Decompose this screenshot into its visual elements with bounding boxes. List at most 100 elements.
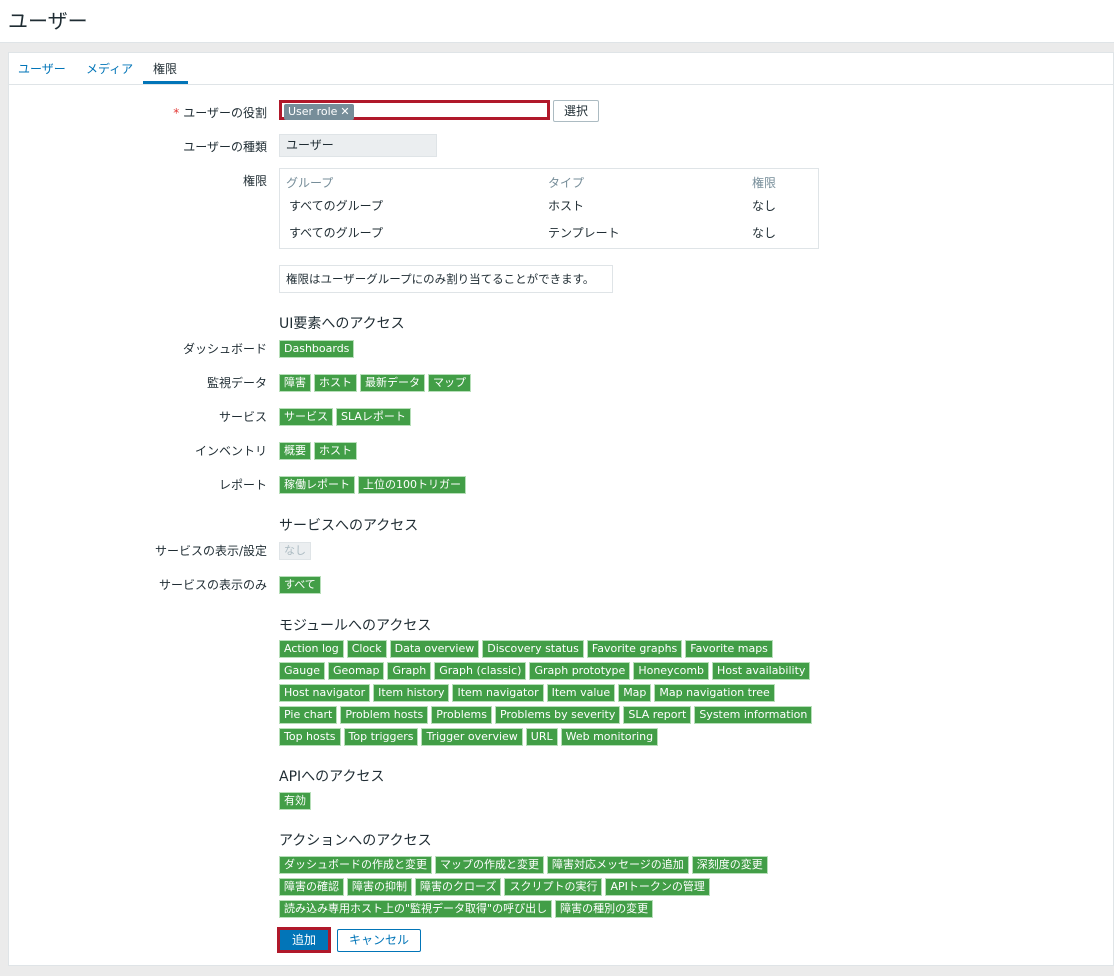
- access-tag: SLA report: [623, 706, 692, 724]
- access-tag: Host navigator: [279, 684, 371, 702]
- access-tag: Trigger overview: [421, 728, 523, 746]
- access-tag: ホスト: [314, 374, 357, 392]
- ui-access-monitoring-tags: 障害 ホスト 最新データ マップ: [279, 374, 471, 392]
- access-tag: Map: [618, 684, 652, 702]
- access-tag: System information: [694, 706, 813, 724]
- access-tag: SLAレポート: [336, 408, 411, 426]
- service-access-row-label: サービスの表示/設定: [154, 544, 267, 558]
- page-title: ユーザー: [8, 9, 88, 33]
- access-tag: Discovery status: [482, 640, 584, 658]
- service-read-write-tags: なし: [279, 542, 311, 560]
- access-tag: Top hosts: [279, 728, 341, 746]
- access-tag: 読み込み専用ホスト上の"監視データ取得"の呼び出し: [279, 900, 553, 918]
- user-role-multiselect[interactable]: User role ✕: [279, 100, 550, 120]
- access-tag: 上位の100トリガー: [358, 476, 466, 494]
- tab-permissions[interactable]: 権限: [153, 60, 177, 77]
- access-tag: Pie chart: [279, 706, 338, 724]
- service-access-row-label: サービスの表示のみ: [158, 578, 267, 592]
- required-marker: *: [173, 106, 180, 120]
- access-tag: マップの作成と変更: [435, 856, 544, 874]
- user-role-label: * ユーザーの役割: [173, 106, 267, 120]
- access-tag: Graph prototype: [529, 662, 631, 680]
- access-tag: Problems by severity: [494, 706, 621, 724]
- user-type-label: ユーザーの種類: [183, 140, 267, 154]
- access-tag: 稼働レポート: [279, 476, 355, 494]
- access-tag: Data overview: [389, 640, 480, 658]
- page-header: ユーザー: [0, 0, 1114, 43]
- access-tag: 概要: [279, 442, 311, 460]
- access-tag: Item history: [373, 684, 450, 702]
- user-role-chip: User role ✕: [284, 104, 354, 120]
- access-tag: 深刻度の変更: [691, 856, 768, 874]
- access-tag: Favorite maps: [685, 640, 773, 658]
- access-tag: 最新データ: [360, 374, 425, 392]
- table-cell: なし: [752, 226, 777, 240]
- permissions-label: 権限: [242, 174, 267, 188]
- ui-access-row-label: ダッシュボード: [182, 342, 267, 356]
- access-tag: Top triggers: [343, 728, 419, 746]
- ui-access-dashboards-tags: Dashboards: [279, 340, 355, 358]
- api-access-title: APIへのアクセス: [279, 769, 385, 785]
- access-tag: URL: [525, 728, 558, 746]
- action-access-title: アクションへのアクセス: [279, 833, 432, 849]
- access-tag: ホスト: [314, 442, 357, 460]
- access-tag: Dashboards: [279, 340, 355, 358]
- ui-access-row-label: サービス: [218, 410, 267, 424]
- table-cell: ホスト: [548, 199, 585, 213]
- table-cell: すべてのグループ: [289, 226, 383, 240]
- access-tag: 有効: [279, 792, 311, 810]
- access-tag: Item navigator: [452, 684, 544, 702]
- module-access-tags: Action log Clock Data overview Discovery st…: [279, 640, 819, 746]
- column-header-permission: 権限: [752, 176, 777, 190]
- api-access-tags: 有効: [279, 792, 311, 810]
- access-tag: 障害: [279, 374, 311, 392]
- access-tag: Graph (classic): [434, 662, 527, 680]
- access-tag: 障害のクローズ: [415, 878, 502, 896]
- access-tag: Map navigation tree: [654, 684, 775, 702]
- access-tag: すべて: [279, 576, 321, 594]
- access-tag: Graph: [387, 662, 432, 680]
- access-tag: Web monitoring: [560, 728, 659, 746]
- access-tag: Action log: [279, 640, 344, 658]
- column-header-group: グループ: [286, 176, 334, 190]
- tab-media[interactable]: メディア: [86, 60, 133, 77]
- select-role-button[interactable]: 選択: [553, 100, 599, 122]
- ui-access-reports-tags: 稼働レポート 上位の100トリガー: [279, 476, 466, 494]
- access-tag: 障害対応メッセージの追加: [547, 856, 689, 874]
- add-button[interactable]: 追加: [277, 927, 331, 953]
- table-cell: テンプレート: [548, 226, 620, 240]
- access-tag: 障害の確認: [279, 878, 344, 896]
- access-tag: Honeycomb: [633, 662, 710, 680]
- table-cell: なし: [752, 199, 777, 213]
- access-tag: APIトークンの管理: [605, 878, 710, 896]
- active-tab-indicator: [143, 81, 188, 84]
- access-tag: スクリプトの実行: [504, 878, 603, 896]
- service-read-only-tags: すべて: [279, 576, 321, 594]
- access-tag: Geomap: [328, 662, 385, 680]
- ui-access-services-tags: サービス SLAレポート: [279, 408, 411, 426]
- ui-access-row-label: 監視データ: [206, 376, 267, 390]
- access-tag: 障害の抑制: [347, 878, 412, 896]
- permissions-info-box: 権限はユーザーグループにのみ割り当てることができます。: [279, 265, 613, 293]
- service-access-title: サービスへのアクセス: [279, 518, 419, 534]
- permissions-table: グループ タイプ 権限 すべてのグループ ホスト なし すべてのグループ テンプ…: [279, 168, 819, 249]
- action-access-tags: ダッシュボードの作成と変更 マップの作成と変更 障害対応メッセージの追加 深刻度の変更…: [279, 856, 819, 918]
- access-tag: サービス: [279, 408, 333, 426]
- column-header-type: タイプ: [548, 176, 585, 190]
- user-type-field: ユーザー: [279, 134, 437, 157]
- access-tag: Gauge: [279, 662, 325, 680]
- tab-bar: ユーザー メディア 権限: [9, 53, 1113, 85]
- ui-access-row-label: インベントリ: [194, 444, 267, 458]
- access-tag: Problem hosts: [340, 706, 429, 724]
- ui-access-row-label: レポート: [218, 478, 267, 492]
- ui-access-title: UI要素へのアクセス: [279, 316, 405, 332]
- cancel-button[interactable]: キャンセル: [337, 929, 421, 952]
- access-tag: Item value: [546, 684, 616, 702]
- access-tag: Problems: [431, 706, 492, 724]
- access-tag: ダッシュボードの作成と変更: [279, 856, 432, 874]
- module-access-title: モジュールへのアクセス: [279, 618, 432, 634]
- remove-chip-icon[interactable]: ✕: [340, 105, 349, 118]
- tab-user[interactable]: ユーザー: [18, 60, 66, 77]
- ui-access-inventory-tags: 概要 ホスト: [279, 442, 357, 460]
- access-tag: 障害の種別の変更: [555, 900, 654, 918]
